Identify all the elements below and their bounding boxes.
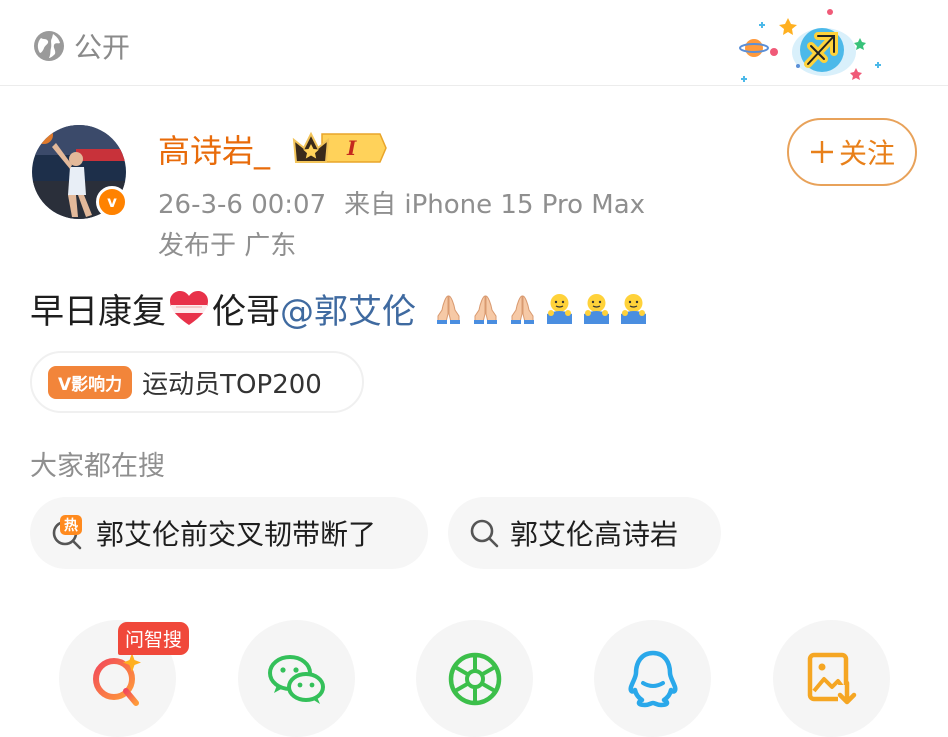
verified-badge-icon: v [96,186,128,218]
hug-face-icon [621,294,646,324]
share-qq-button[interactable] [594,620,711,737]
crown-level-text: I [346,136,357,160]
mending-heart-icon [170,290,208,325]
qq-icon [628,650,677,707]
search-icon [470,519,499,548]
follow-button[interactable]: 关注 [787,118,917,186]
share-moments-button[interactable] [416,620,533,737]
ai-search-badge: 问智搜 [118,622,190,655]
sagittarius-zodiac-icon [739,9,881,82]
globe-icon [34,31,64,61]
moments-icon [448,652,501,705]
hot-badge-text: 热 [64,517,78,534]
search-chip[interactable]: 郭艾伦高诗岩 [448,497,721,569]
search-chip[interactable]: 热 郭艾伦前交叉韧带断了 [30,497,428,569]
post-text: 早日康复 [30,292,166,332]
influence-tag[interactable]: V影响力 运动员TOP200 [30,351,364,413]
visibility-indicator[interactable]: 公开 [32,26,130,66]
emoji-group [432,292,650,325]
save-image-icon [807,652,856,705]
visibility-bar: 公开 [0,0,948,86]
post-location: 发布于 广东 [158,231,297,261]
hot-search-icon: 热 [52,515,82,550]
post-content: 早日康复 伦哥 @郭艾伦 [30,284,650,333]
trending-search-title: 大家都在搜 [30,451,165,482]
folded-hands-icon [511,295,534,324]
visibility-label: 公开 [74,31,131,64]
wechat-icon [267,654,325,704]
follow-label: 关注 [838,137,895,170]
post-source: 来自 iPhone 15 Pro Max [344,190,646,220]
influence-text: 运动员TOP200 [142,369,322,400]
hug-face-icon [584,294,609,324]
post-timestamp: 26-3-6 00:07 [158,190,327,220]
crown-level-icon: I [292,131,387,163]
hug-face-icon [547,294,572,324]
influence-badge: V影响力 [48,365,133,399]
folded-hands-icon [437,295,460,324]
search-chip-label: 郭艾伦高诗岩 [510,518,679,551]
post-text-continued: 伦哥 [212,292,280,332]
ai-search-icon [92,652,141,706]
search-chip-label: 郭艾伦前交叉韧带断了 [96,518,377,551]
username[interactable]: 高诗岩_ [158,126,270,172]
plus-icon [810,141,833,163]
mention-link[interactable]: @郭艾伦 [280,284,416,333]
post-meta: 26-3-6 00:07 来自 iPhone 15 Pro Max [158,184,645,221]
save-image-button[interactable] [773,620,890,737]
share-wechat-button[interactable] [238,620,355,737]
folded-hands-icon [474,295,497,324]
